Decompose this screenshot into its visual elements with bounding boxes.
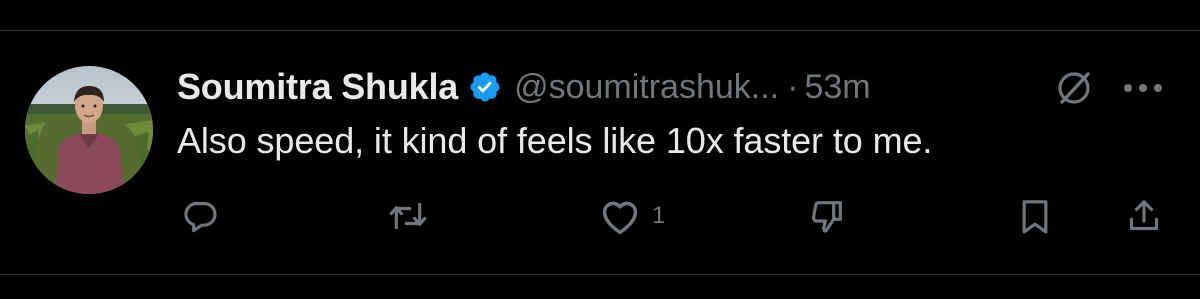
user-handle[interactable]: @soumitrashuk... — [514, 68, 779, 107]
divider-bottom — [0, 274, 1200, 275]
tweet-text: Also speed, it kind of feels like 10x fa… — [177, 120, 933, 161]
tweet-container[interactable]: Soumitra Shukla @soumitrashuk... · 53m A… — [0, 0, 1200, 299]
bookmark-button[interactable] — [1016, 196, 1054, 236]
separator-dot: · — [787, 67, 799, 106]
like-button[interactable]: 1 — [598, 196, 665, 236]
dislike-button[interactable] — [806, 196, 848, 236]
bookmark-icon — [1016, 196, 1054, 236]
like-count: 1 — [652, 202, 666, 229]
more-options-icon[interactable] — [1118, 70, 1168, 106]
avatar[interactable] — [25, 66, 153, 194]
reply-icon — [180, 196, 220, 236]
reply-button[interactable] — [180, 196, 220, 236]
share-button[interactable] — [1124, 196, 1164, 236]
retweet-button[interactable] — [386, 196, 430, 236]
verified-badge-icon — [468, 70, 502, 104]
retweet-icon — [386, 196, 430, 236]
timestamp[interactable]: 53m — [804, 68, 870, 107]
divider-top — [0, 30, 1200, 31]
tweet-header: Soumitra Shukla @soumitrashuk... · 53m — [177, 62, 1177, 112]
share-icon — [1124, 196, 1164, 236]
thumbs-down-icon — [806, 196, 848, 236]
display-name[interactable]: Soumitra Shukla — [177, 66, 458, 108]
grok-icon[interactable] — [1054, 68, 1094, 108]
heart-icon — [598, 196, 642, 236]
